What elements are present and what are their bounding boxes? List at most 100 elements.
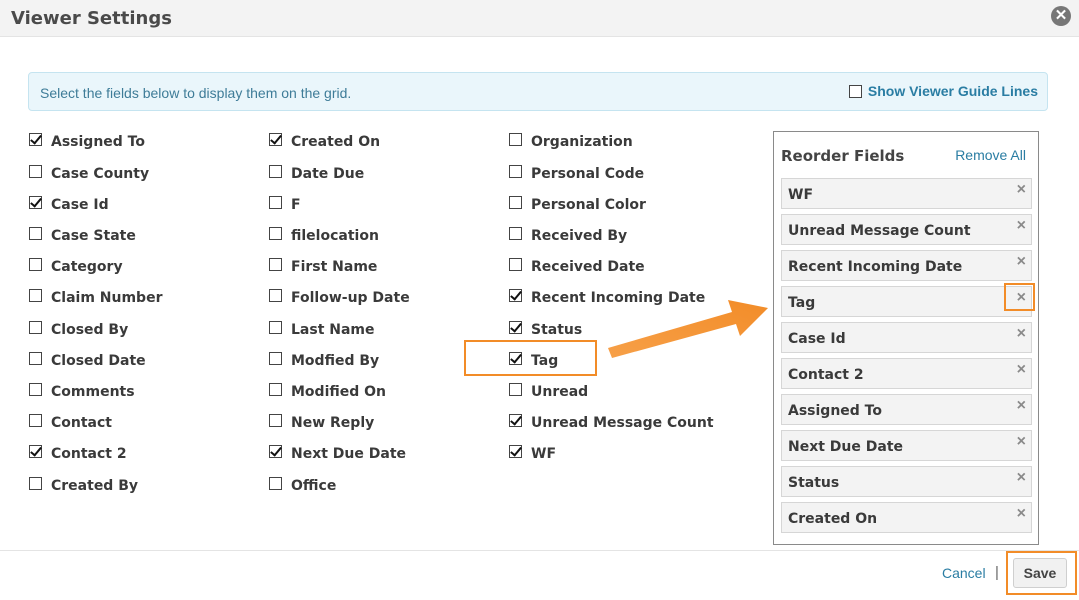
field-checkbox[interactable] [269,321,282,334]
field-checkbox[interactable] [269,133,282,146]
info-bar: Select the fields below to display them … [28,72,1048,111]
reorder-item-label: Next Due Date [788,439,904,455]
field-checkbox[interactable] [509,289,522,302]
field-checkbox[interactable] [269,227,282,240]
save-button[interactable]: Save [1013,558,1067,588]
field-label: Modfied By [291,353,380,369]
reorder-item-status[interactable]: Status × [781,466,1032,497]
field-checkbox[interactable] [29,227,42,240]
field-label: Claim Number [51,290,163,306]
info-text: Select the fields below to display them … [40,85,352,101]
show-guide-lines-toggle[interactable]: Show Viewer Guide Lines [848,83,1038,99]
field-label: Last Name [291,322,375,338]
field-checkbox[interactable] [29,321,42,334]
field-label: Organization [531,134,633,150]
remove-field-icon[interactable]: × [1017,289,1026,307]
field-label: Contact 2 [51,446,127,462]
field-label: First Name [291,259,378,275]
close-icon[interactable]: ✕ [1051,6,1071,26]
remove-field-icon[interactable]: × [1017,469,1026,487]
reorder-item-assigned-to[interactable]: Assigned To × [781,394,1032,425]
field-checkbox[interactable] [29,383,42,396]
field-label: Tag [531,353,559,369]
field-checkbox[interactable] [269,352,282,365]
field-label: Follow-up Date [291,290,410,306]
reorder-item-next-due-date[interactable]: Next Due Date × [781,430,1032,461]
field-checkbox[interactable] [509,165,522,178]
reorder-item-created-on[interactable]: Created On × [781,502,1032,533]
field-label: Office [291,478,337,494]
field-checkbox[interactable] [509,414,522,427]
field-label: Next Due Date [291,446,407,462]
field-checkbox[interactable] [269,383,282,396]
field-checkbox[interactable] [269,258,282,271]
field-label: Unread Message Count [531,415,714,431]
field-checkbox[interactable] [509,196,522,209]
field-checkbox[interactable] [269,445,282,458]
field-label: Date Due [291,166,365,182]
field-checkbox[interactable] [269,289,282,302]
remove-field-icon[interactable]: × [1017,433,1026,451]
guide-lines-checkbox[interactable] [848,85,862,98]
reorder-item-recent-incoming-date[interactable]: Recent Incoming Date × [781,250,1032,281]
field-checkbox[interactable] [509,258,522,271]
remove-all-link[interactable]: Remove All [955,147,1026,163]
field-checkbox[interactable] [509,383,522,396]
reorder-item-wf[interactable]: WF × [781,178,1032,209]
remove-field-icon[interactable]: × [1017,181,1026,199]
cancel-button[interactable]: Cancel [942,565,986,581]
remove-field-icon[interactable]: × [1017,217,1026,235]
field-label: Created On [291,134,381,150]
field-checkbox[interactable] [29,196,42,209]
reorder-item-label: Tag [788,295,816,311]
reorder-item-label: Recent Incoming Date [788,259,963,275]
field-label: Closed By [51,322,129,338]
field-checkbox[interactable] [29,289,42,302]
reorder-item-tag[interactable]: Tag × [781,286,1032,317]
reorder-item-label: Status [788,475,840,491]
remove-field-icon[interactable]: × [1017,397,1026,415]
field-label: Modified On [291,384,387,400]
field-checkbox[interactable] [29,477,42,490]
remove-field-icon[interactable]: × [1017,325,1026,343]
remove-field-icon[interactable]: × [1017,505,1026,523]
field-checkbox[interactable] [29,352,42,365]
field-label: Comments [51,384,135,400]
reorder-item-label: Case Id [788,331,846,347]
field-checkbox[interactable] [509,227,522,240]
reorder-item-unread-message-count[interactable]: Unread Message Count × [781,214,1032,245]
remove-field-icon[interactable]: × [1017,253,1026,271]
field-checkbox[interactable] [29,414,42,427]
reorder-item-contact-2[interactable]: Contact 2 × [781,358,1032,389]
field-checkbox[interactable] [269,414,282,427]
field-label: Contact [51,415,112,431]
field-checkbox[interactable] [29,133,42,146]
dialog-title: Viewer Settings [11,8,172,29]
field-label: Unread [531,384,589,400]
remove-field-icon[interactable]: × [1017,361,1026,379]
field-label: Personal Color [531,197,646,213]
field-checkbox[interactable] [509,352,522,365]
field-checkbox[interactable] [509,133,522,146]
field-checkbox[interactable] [29,258,42,271]
field-checkbox[interactable] [29,165,42,178]
footer-separator: | [995,564,999,581]
field-checkbox[interactable] [269,196,282,209]
field-label: Assigned To [51,134,145,150]
reorder-item-case-id[interactable]: Case Id × [781,322,1032,353]
field-label: F [291,197,301,213]
field-label: Closed Date [51,353,146,369]
field-label: New Reply [291,415,375,431]
field-checkbox[interactable] [269,165,282,178]
field-label: Status [531,322,583,338]
field-label: Case County [51,166,150,182]
field-label: Personal Code [531,166,645,182]
field-checkbox[interactable] [29,445,42,458]
field-checkbox[interactable] [269,477,282,490]
guide-lines-label: Show Viewer Guide Lines [867,83,1038,99]
field-checkbox[interactable] [509,445,522,458]
field-label: Received Date [531,259,645,275]
field-checkbox[interactable] [509,321,522,334]
viewer-settings-dialog: Viewer Settings ✕ Select the fields belo… [0,0,1079,600]
field-label: Case State [51,228,136,244]
